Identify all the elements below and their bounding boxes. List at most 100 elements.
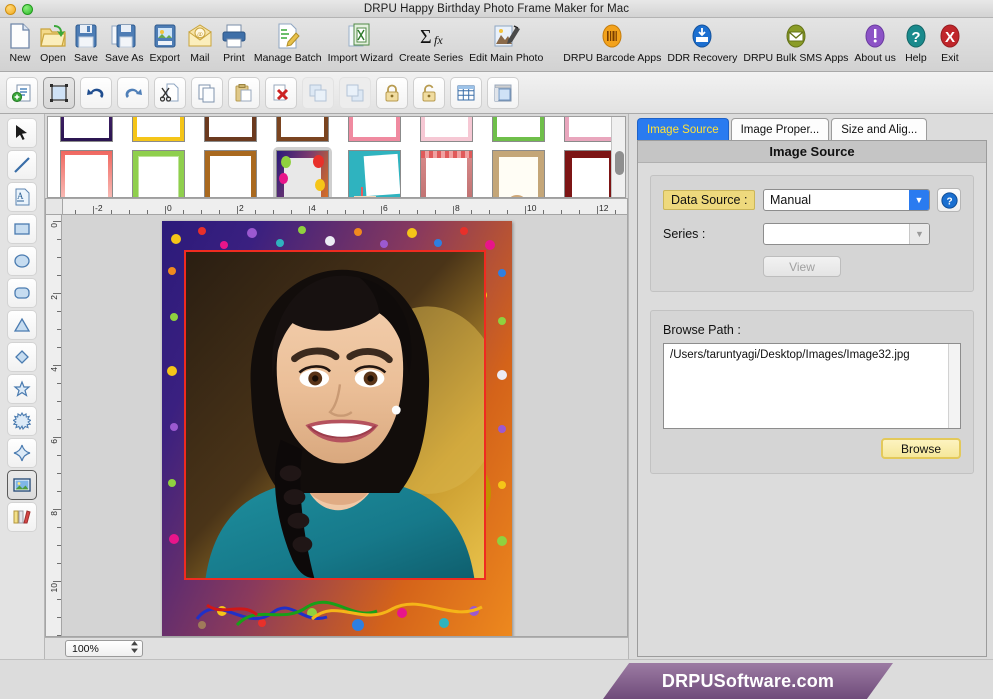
toolbar-button-save-as[interactable]: Save As: [102, 20, 147, 64]
frame-teddy-beige[interactable]: [492, 150, 545, 197]
diamond-tool[interactable]: [7, 342, 37, 372]
frame-thumbnail-wrap[interactable]: [345, 147, 404, 197]
frame-thumbnail-wrap[interactable]: [201, 117, 260, 145]
frame-pale-pink[interactable]: [420, 117, 473, 142]
frame-thumbnail-wrap[interactable]: [489, 147, 548, 197]
line-tool[interactable]: [7, 150, 37, 180]
ellipse-tool[interactable]: [7, 246, 37, 276]
canvas-area[interactable]: [62, 215, 628, 637]
frame-floral-roses[interactable]: [420, 150, 473, 197]
frame-thumbnail-wrap[interactable]: [417, 147, 476, 197]
rectangle-tool[interactable]: [7, 214, 37, 244]
starburst-tool[interactable]: [7, 406, 37, 436]
frame-pink-roses[interactable]: [348, 117, 401, 142]
rounded-rectangle-tool[interactable]: [7, 278, 37, 308]
lock-icon[interactable]: [376, 76, 408, 109]
frame-thumbnail-wrap[interactable]: [57, 147, 116, 197]
grid-icon[interactable]: [450, 76, 482, 109]
toolbar-button-save[interactable]: Save: [70, 20, 102, 64]
toolbar-button-new[interactable]: New: [4, 20, 36, 64]
thumbnail-scrollbar-thumb[interactable]: [615, 151, 624, 175]
triangle-tool[interactable]: [7, 310, 37, 340]
copy-icon[interactable]: [191, 76, 223, 109]
chevron-down-icon[interactable]: ▼: [909, 224, 929, 244]
browse-button[interactable]: Browse: [881, 438, 961, 459]
path-scrollbar[interactable]: [948, 344, 960, 428]
barcode-tool[interactable]: [7, 502, 37, 532]
delete-icon[interactable]: [265, 76, 297, 109]
toolbar-button-print[interactable]: Print: [217, 20, 251, 64]
tab-image-source[interactable]: Image Source: [637, 118, 729, 140]
frame-thumbnail-wrap[interactable]: [489, 117, 548, 145]
frame-confetti[interactable]: [60, 117, 113, 142]
select-frame-icon[interactable]: [43, 76, 75, 109]
help-button[interactable]: ?: [937, 188, 961, 212]
design-page[interactable]: [162, 221, 512, 636]
main-photo[interactable]: [184, 250, 486, 580]
frame-thumbnail-wrap[interactable]: [201, 147, 260, 197]
toolbar-button-manage-batch[interactable]: Manage Batch: [251, 20, 325, 64]
view-button[interactable]: View: [763, 256, 841, 277]
toolbar-button-exit[interactable]: X Exit: [933, 20, 967, 64]
page-setup-icon[interactable]: [487, 76, 519, 109]
frame-dark-red[interactable]: [564, 150, 617, 197]
send-backward-icon[interactable]: [339, 76, 371, 109]
about-info-icon: [861, 21, 889, 51]
zoom-level-select[interactable]: 100%: [65, 640, 143, 657]
four-point-star-tool[interactable]: [7, 438, 37, 468]
frame-template-strip[interactable]: [47, 116, 626, 198]
minimize-window-button[interactable]: [5, 4, 16, 15]
thumbnail-scrollbar[interactable]: [611, 117, 625, 197]
toolbar-button-create-series[interactable]: Σfx Create Series: [396, 20, 466, 64]
toolbar-button-about-us[interactable]: About us: [851, 20, 898, 64]
stepper-icon[interactable]: [130, 640, 139, 657]
frame-yellow-stripes[interactable]: [132, 117, 185, 142]
browse-path-field[interactable]: /Users/taruntyagi/Desktop/Images/Image32…: [663, 343, 961, 429]
cut-icon[interactable]: [154, 76, 186, 109]
toolbar-button-help[interactable]: ? Help: [899, 20, 933, 64]
series-select[interactable]: ▼: [763, 223, 930, 245]
frame-brown-wood[interactable]: [204, 117, 257, 142]
toolbar-button-open[interactable]: Open: [36, 20, 70, 64]
toolbar-button-export[interactable]: Export: [147, 20, 183, 64]
toolbar-button-import-wizard[interactable]: Import Wizard: [325, 20, 396, 64]
pointer-tool[interactable]: [7, 118, 37, 148]
frame-balloons-party[interactable]: [276, 150, 329, 197]
frame-pink-pattern[interactable]: [564, 117, 617, 142]
main-toolbar: New Open Save Save As Export @ Mail Prin…: [0, 18, 993, 72]
frame-green-border[interactable]: [132, 150, 185, 197]
toolbar-button-ddr-recovery[interactable]: DDR Recovery: [664, 20, 740, 64]
frame-red-hearts[interactable]: [60, 150, 113, 197]
toolbar-button-drpu-bulk-sms-apps[interactable]: DRPU Bulk SMS Apps: [740, 20, 851, 64]
frame-thumbnail-wrap[interactable]: [273, 117, 332, 145]
tab-size-and-alignment[interactable]: Size and Alig...: [831, 118, 928, 140]
frame-dark-wood[interactable]: [276, 117, 329, 142]
frame-brown-gift[interactable]: [204, 150, 257, 197]
bring-forward-icon[interactable]: [302, 76, 334, 109]
frame-thumbnail-wrap[interactable]: [129, 117, 188, 145]
text-tool[interactable]: A: [7, 182, 37, 212]
ruler-tick: [53, 581, 61, 582]
paste-icon[interactable]: [228, 76, 260, 109]
unlock-icon[interactable]: [413, 76, 445, 109]
toolbar-button-edit-main-photo[interactable]: Edit Main Photo: [466, 20, 546, 64]
zoom-window-button[interactable]: [22, 4, 33, 15]
frame-green-grass[interactable]: [492, 117, 545, 142]
tab-image-properties[interactable]: Image Proper...: [730, 118, 830, 140]
image-tool[interactable]: [7, 470, 37, 500]
toolbar-button-drpu-barcode-apps[interactable]: DRPU Barcode Apps: [560, 20, 664, 64]
frame-thumbnail-wrap-selected[interactable]: [273, 147, 332, 197]
redo-icon[interactable]: [117, 76, 149, 109]
chevron-down-icon[interactable]: ▼: [909, 190, 929, 210]
undo-icon[interactable]: [80, 76, 112, 109]
toolbar-label: DRPU Bulk SMS Apps: [743, 52, 849, 64]
frame-thumbnail-wrap[interactable]: [57, 117, 116, 145]
add-object-icon[interactable]: [6, 76, 38, 109]
frame-thumbnail-wrap[interactable]: [345, 117, 404, 145]
frame-teal-cake[interactable]: [348, 150, 401, 197]
toolbar-button-mail[interactable]: @ Mail: [183, 20, 217, 64]
data-source-select[interactable]: Manual ▼: [763, 189, 930, 211]
frame-thumbnail-wrap[interactable]: [129, 147, 188, 197]
star-tool[interactable]: [7, 374, 37, 404]
frame-thumbnail-wrap[interactable]: [417, 117, 476, 145]
